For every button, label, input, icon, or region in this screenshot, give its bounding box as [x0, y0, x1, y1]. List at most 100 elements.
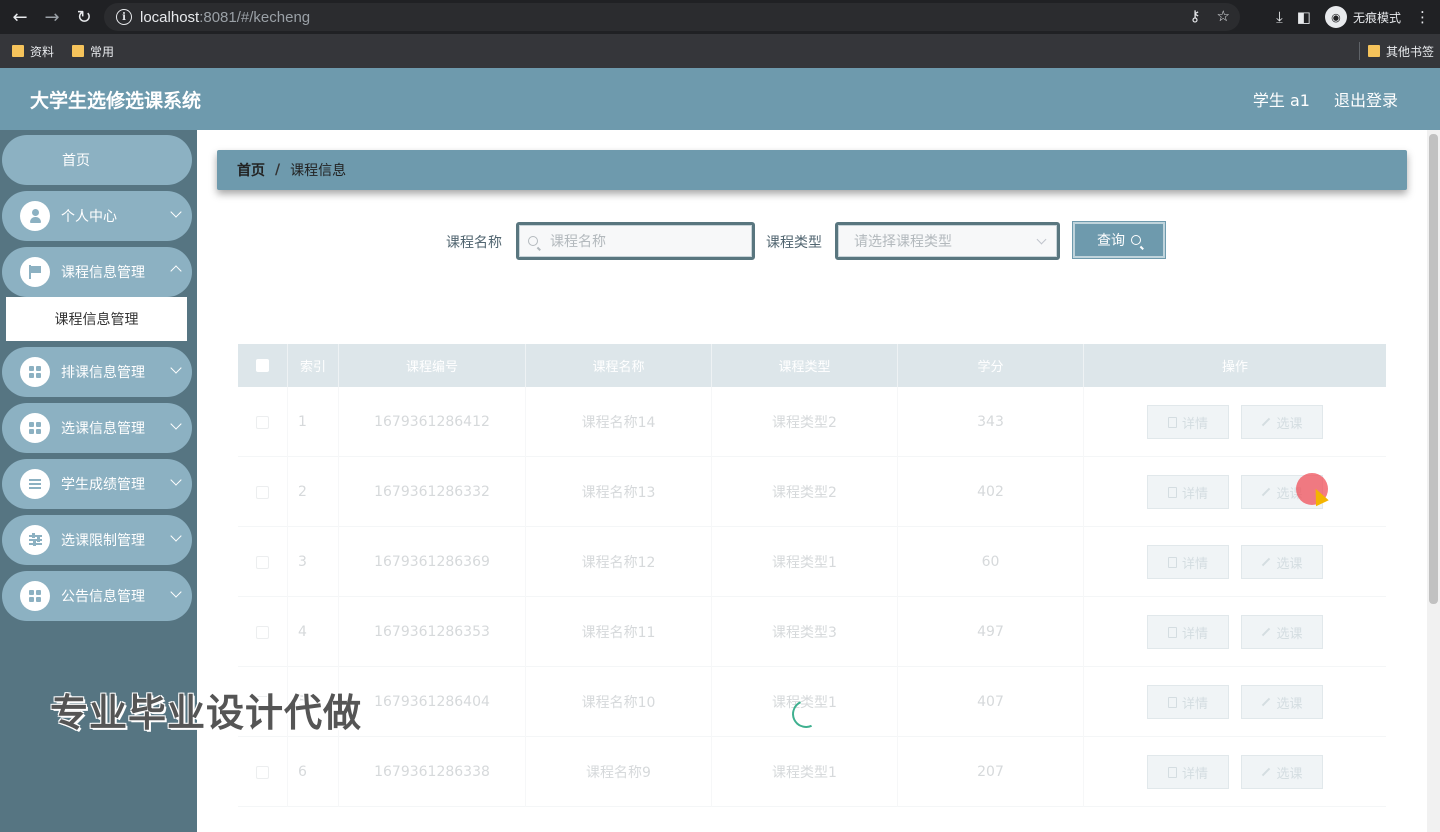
cell-name: 课程名称10 [526, 667, 712, 737]
chevron-down-icon [170, 530, 182, 542]
cell-type: 课程类型2 [712, 387, 898, 457]
page-scrollbar[interactable] [1427, 130, 1440, 832]
bookmark-folder[interactable]: 资料 [12, 43, 54, 60]
row-checkbox[interactable] [238, 597, 288, 667]
row-checkbox[interactable] [238, 527, 288, 597]
column-header: 课程编号 [339, 344, 526, 387]
logout-link[interactable]: 退出登录 [1334, 87, 1398, 111]
cell-type: 课程类型2 [712, 457, 898, 527]
cell-type: 课程类型1 [712, 737, 898, 807]
detail-button[interactable]: 详情 [1147, 405, 1229, 439]
column-header: 索引 [288, 344, 339, 387]
breadcrumb-home[interactable]: 首页 [237, 160, 265, 180]
cell-index: 2 [288, 457, 339, 527]
edit-icon [1262, 627, 1271, 637]
address-bar[interactable]: i localhost:8081/#/kecheng ⚷ ☆ [104, 3, 1240, 31]
detail-button[interactable]: 详情 [1147, 615, 1229, 649]
cell-index: 4 [288, 597, 339, 667]
sidebar-item-course-info[interactable]: 课程信息管理 [2, 247, 192, 297]
table-row: 6 1679361286338 课程名称9 课程类型1 207 详情 选课 [238, 737, 1386, 807]
search-icon [528, 236, 538, 246]
sidebar-item-profile[interactable]: 个人中心 [2, 191, 192, 241]
sidebar-item-grades[interactable]: 学生成绩管理 [2, 459, 192, 509]
row-checkbox[interactable] [238, 457, 288, 527]
side-panel-icon[interactable]: ◧ [1297, 8, 1311, 26]
document-icon [1167, 766, 1177, 778]
reload-icon[interactable]: ↻ [72, 5, 96, 29]
bookmarks-bar: 资料 常用 其他书签 [0, 34, 1440, 68]
incognito-indicator[interactable]: ◉ 无痕模式 [1324, 6, 1401, 28]
site-info-icon[interactable]: i [116, 9, 132, 25]
document-icon [1167, 416, 1177, 428]
url-text: localhost:8081/#/kecheng [140, 8, 311, 26]
chevron-up-icon [170, 265, 182, 277]
scrollbar-thumb[interactable] [1429, 134, 1438, 604]
cell-credit: 60 [898, 527, 1084, 597]
select-all-checkbox[interactable] [238, 344, 288, 387]
grid-icon [20, 413, 50, 443]
sidebar-item-home[interactable]: 首页 [2, 135, 192, 185]
select-course-button[interactable]: 选课 [1241, 685, 1323, 719]
person-icon [20, 201, 50, 231]
chevron-down-icon [170, 362, 182, 374]
course-type-select[interactable]: 请选择课程类型 [835, 222, 1060, 260]
column-header: 课程类型 [712, 344, 898, 387]
document-icon [1167, 626, 1177, 638]
cell-actions: 详情 选课 [1084, 457, 1386, 527]
breadcrumb: 首页 / 课程信息 [217, 150, 1407, 190]
sidebar-item-schedule[interactable]: 排课信息管理 [2, 347, 192, 397]
current-user: 学生 a1 [1252, 91, 1310, 110]
sidebar-item-enrollment[interactable]: 选课信息管理 [2, 403, 192, 453]
detail-button[interactable]: 详情 [1147, 545, 1229, 579]
select-course-button[interactable]: 选课 [1241, 615, 1323, 649]
cell-credit: 407 [898, 667, 1084, 737]
forward-icon[interactable]: → [40, 5, 64, 29]
star-icon[interactable]: ☆ [1217, 7, 1230, 25]
flag-icon [20, 257, 50, 287]
cell-index: 3 [288, 527, 339, 597]
cell-type: 课程类型1 [712, 527, 898, 597]
query-button[interactable]: 查询 [1072, 221, 1166, 259]
bookmark-folder[interactable]: 常用 [72, 43, 114, 60]
cell-actions: 详情 选课 [1084, 387, 1386, 457]
back-icon[interactable]: ← [8, 5, 32, 29]
course-name-input[interactable]: 课程名称 [516, 222, 755, 260]
row-checkbox[interactable] [238, 387, 288, 457]
cell-code: 1679361286353 [339, 597, 526, 667]
key-icon[interactable]: ⚷ [1190, 7, 1201, 25]
edit-icon [1262, 767, 1271, 777]
cell-name: 课程名称12 [526, 527, 712, 597]
list-icon [20, 469, 50, 499]
cell-actions: 详情 选课 [1084, 527, 1386, 597]
edit-icon [1262, 487, 1271, 497]
select-course-button[interactable]: 选课 [1241, 545, 1323, 579]
detail-button[interactable]: 详情 [1147, 685, 1229, 719]
document-icon [1167, 696, 1177, 708]
select-course-button[interactable]: 选课 [1241, 755, 1323, 789]
sidebar-item-announcements[interactable]: 公告信息管理 [2, 571, 192, 621]
detail-button[interactable]: 详情 [1147, 475, 1229, 509]
cell-credit: 343 [898, 387, 1084, 457]
browser-toolbar: ← → ↻ i localhost:8081/#/kecheng ⚷ ☆ ⤓ ◧… [0, 0, 1440, 34]
download-icon[interactable]: ⤓ [1276, 8, 1283, 26]
chevron-down-icon [1036, 234, 1047, 245]
detail-button[interactable]: 详情 [1147, 755, 1229, 789]
cell-actions: 详情 选课 [1084, 597, 1386, 667]
menu-dots-icon[interactable]: ⋮ [1415, 8, 1430, 26]
sidebar-item-limits[interactable]: 选课限制管理 [2, 515, 192, 565]
cell-code: 1679361286369 [339, 527, 526, 597]
column-header: 操作 [1221, 360, 1248, 375]
select-course-button[interactable]: 选课 [1241, 405, 1323, 439]
breadcrumb-separator: / [275, 162, 281, 178]
folder-icon [12, 45, 24, 57]
cell-name: 课程名称9 [526, 737, 712, 807]
cell-credit: 402 [898, 457, 1084, 527]
row-checkbox[interactable] [238, 737, 288, 807]
chevron-down-icon [170, 474, 182, 486]
other-bookmarks[interactable]: 其他书签 [1367, 34, 1434, 68]
sidebar-subitem-course-info[interactable]: 课程信息管理 [6, 297, 187, 341]
cell-name: 课程名称14 [526, 387, 712, 457]
folder-icon [72, 45, 85, 57]
cell-name: 课程名称13 [526, 457, 712, 527]
sliders-icon [20, 525, 50, 555]
